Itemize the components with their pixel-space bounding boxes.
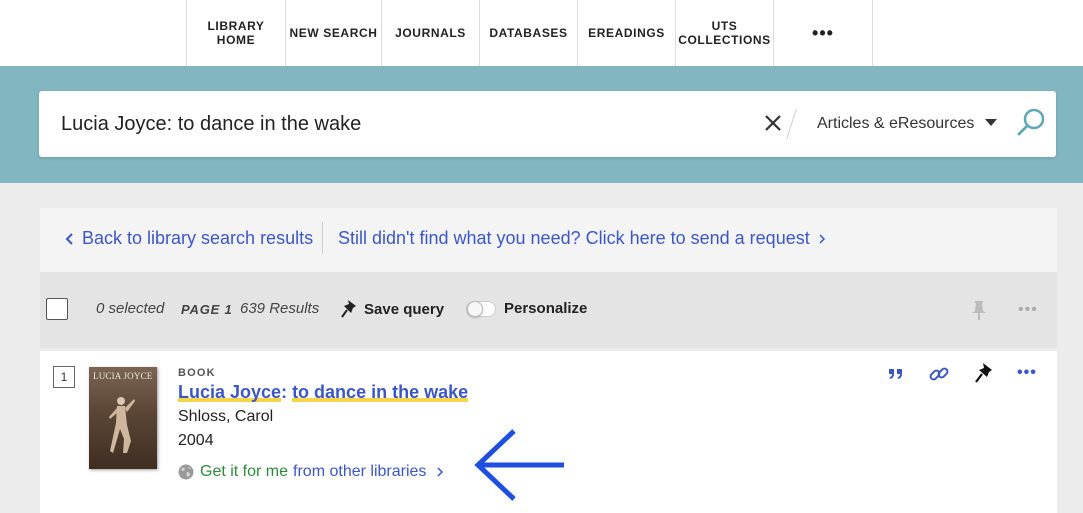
result-number: 1 xyxy=(53,366,75,388)
arrow-annotation-icon xyxy=(474,429,564,501)
send-request-label: Still didn't find what you need? Click h… xyxy=(338,228,810,248)
back-bar: Back to library search results Still did… xyxy=(40,208,1057,272)
title-part-2: to dance in the wake xyxy=(292,382,469,402)
chevron-right-icon xyxy=(437,467,444,477)
save-query-button[interactable]: Save query xyxy=(340,298,444,320)
nav-uts-collections[interactable]: UTS COLLECTIONS xyxy=(675,0,773,66)
globe-icon xyxy=(178,464,194,480)
nav-ereadings[interactable]: EREADINGS xyxy=(577,0,675,66)
back-to-results-link[interactable]: Back to library search results xyxy=(64,228,313,249)
chevron-right-icon xyxy=(819,233,825,244)
more-icon: ••• xyxy=(812,23,834,43)
nav-new-search[interactable]: NEW SEARCH xyxy=(285,0,381,66)
get-it-label: Get it for me xyxy=(200,463,289,480)
select-all-checkbox[interactable] xyxy=(46,298,68,320)
other-libraries-label: from other libraries xyxy=(293,463,427,480)
nav-databases[interactable]: DATABASES xyxy=(479,0,577,66)
nav-ereadings-label: EREADINGS xyxy=(588,26,665,40)
nav-items: LIBRARY HOME NEW SEARCH JOURNALS DATABAS… xyxy=(186,0,873,66)
nav-more-button[interactable]: ••• xyxy=(773,0,873,66)
top-navigation: LIBRARY HOME NEW SEARCH JOURNALS DATABAS… xyxy=(0,0,1083,66)
nav-library-home-label: LIBRARY HOME xyxy=(207,19,265,47)
send-request-link[interactable]: Still didn't find what you need? Click h… xyxy=(338,228,826,249)
page-indicator: PAGE 1 xyxy=(181,302,233,317)
citation-icon[interactable] xyxy=(886,365,906,383)
bar-divider xyxy=(322,222,323,254)
selected-count: 0 selected xyxy=(96,300,165,317)
back-to-results-label: Back to library search results xyxy=(82,228,314,248)
thumbnail-title: LUCIA JOYCE xyxy=(93,371,153,381)
results-toolbar: 0 selected PAGE 1 639 Results Save query… xyxy=(40,272,1057,348)
book-cover-thumbnail[interactable]: LUCIA JOYCE xyxy=(89,367,157,469)
scope-divider xyxy=(786,109,797,139)
chevron-left-icon xyxy=(65,232,73,245)
pin-icon[interactable] xyxy=(968,298,990,322)
personalize-label: Personalize xyxy=(504,300,588,317)
search-box: Articles & eResources xyxy=(39,91,1056,157)
toggle-knob xyxy=(467,300,483,317)
scope-select-label: Articles & eResources xyxy=(817,115,975,132)
personalize-toggle[interactable]: Personalize xyxy=(466,300,587,317)
scope-select[interactable]: Articles & eResources xyxy=(817,111,974,137)
results-count: 639 Results xyxy=(240,300,320,317)
nav-uts-collections-label: UTS COLLECTIONS xyxy=(678,19,771,47)
result-author: Shloss, Carol xyxy=(178,408,274,425)
result-year: 2004 xyxy=(178,432,214,449)
nav-databases-label: DATABASES xyxy=(489,26,568,40)
resource-type: BOOK xyxy=(178,367,216,379)
dancer-figure-image xyxy=(109,397,135,453)
title-part-1: Lucia Joyce xyxy=(178,382,282,402)
search-input[interactable] xyxy=(61,91,751,157)
close-icon[interactable] xyxy=(761,111,785,135)
save-query-label: Save query xyxy=(364,300,445,318)
title-colon: : xyxy=(281,382,293,402)
nav-journals-label: JOURNALS xyxy=(395,26,466,40)
toggle-switch[interactable] xyxy=(466,300,496,317)
more-actions-icon[interactable]: ••• xyxy=(1017,365,1037,381)
nav-library-home[interactable]: LIBRARY HOME xyxy=(186,0,285,66)
result-title-link[interactable]: Lucia Joyce: to dance in the wake xyxy=(178,382,469,403)
magnifier-icon[interactable] xyxy=(1015,107,1047,139)
permalink-icon[interactable] xyxy=(928,363,950,385)
more-actions-icon[interactable]: ••• xyxy=(1018,302,1038,318)
search-band: Articles & eResources xyxy=(0,66,1083,183)
pin-icon[interactable] xyxy=(974,361,996,385)
get-it-link[interactable]: Get it for me from other libraries xyxy=(178,463,444,481)
pin-icon xyxy=(341,300,356,318)
nav-journals[interactable]: JOURNALS xyxy=(381,0,479,66)
caret-down-icon[interactable] xyxy=(985,119,997,126)
nav-new-search-label: NEW SEARCH xyxy=(289,26,378,40)
